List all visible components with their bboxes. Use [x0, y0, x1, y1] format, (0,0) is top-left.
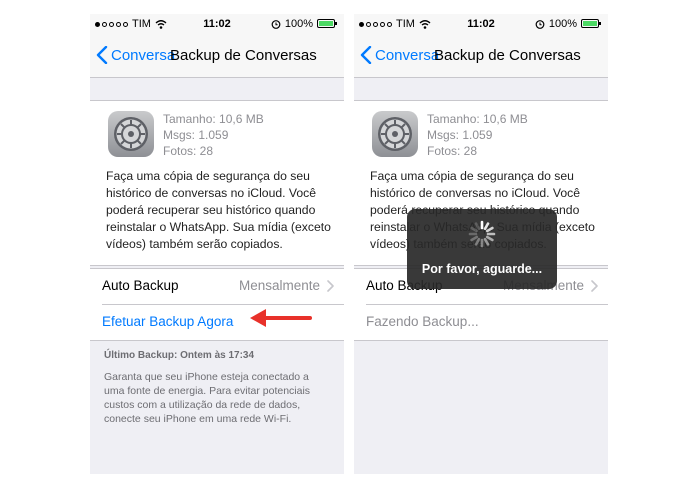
phone-screen-left: TIM 11:02 100% Conversa Backup de Conver… — [90, 14, 344, 474]
navigation-bar: Conversa Backup de Conversas — [354, 34, 608, 78]
backup-description: Faça uma cópia de segurança do seu histó… — [106, 169, 331, 251]
alarm-icon — [271, 19, 281, 29]
chevron-right-icon — [591, 280, 598, 292]
navigation-bar: Conversa Backup de Conversas — [90, 34, 344, 78]
backup-stats: Tamanho: 10,6 MB Msgs: 1.059 Fotos: 28 — [163, 111, 264, 159]
auto-backup-value: Mensalmente — [238, 278, 320, 293]
spinner-icon — [468, 220, 496, 248]
arrow-left-icon — [250, 309, 312, 327]
backup-progress-row: Fazendo Backup... — [366, 305, 608, 340]
back-button[interactable]: Conversa — [360, 46, 439, 64]
backup-photos: Fotos: 28 — [427, 144, 478, 158]
battery-percent: 100% — [548, 18, 577, 30]
settings-app-icon — [108, 111, 154, 157]
battery-icon — [317, 19, 339, 29]
back-label: Conversa — [375, 46, 440, 64]
backup-messages: Msgs: 1.059 — [427, 128, 493, 142]
alarm-icon — [535, 19, 545, 29]
backup-size: Tamanho: 10,6 MB — [163, 112, 264, 126]
phone-screen-right: TIM 11:02 100% Conversa Backup de Conver… — [354, 14, 608, 474]
backup-now-button[interactable]: Efetuar Backup Agora — [102, 314, 233, 329]
chevron-right-icon — [327, 280, 334, 292]
gear-icon — [111, 114, 151, 154]
auto-backup-row[interactable]: Auto Backup Mensalmente — [102, 269, 344, 305]
battery-percent: 100% — [284, 18, 313, 30]
backup-settings-section: Auto Backup Mensalmente Efetuar Backup A… — [90, 268, 344, 341]
backup-stats: Tamanho: 10,6 MB Msgs: 1.059 Fotos: 28 — [427, 111, 528, 159]
backup-messages: Msgs: 1.059 — [163, 128, 229, 142]
back-label: Conversa — [111, 46, 176, 64]
page-title: Backup de Conversas — [170, 47, 317, 64]
backup-size: Tamanho: 10,6 MB — [427, 112, 528, 126]
backup-info-section: Tamanho: 10,6 MB Msgs: 1.059 Fotos: 28 F… — [90, 100, 344, 266]
backup-photos: Fotos: 28 — [163, 144, 214, 158]
loading-hud: Por favor, aguarde... — [407, 209, 557, 289]
status-bar: TIM 11:02 100% — [354, 14, 608, 34]
last-backup-label: Último Backup: Ontem às 17:34 — [104, 350, 255, 361]
hud-message: Por favor, aguarde... — [421, 262, 543, 276]
status-bar: TIM 11:02 100% — [90, 14, 344, 34]
page-title: Backup de Conversas — [434, 47, 581, 64]
chevron-left-icon — [360, 46, 372, 64]
back-button[interactable]: Conversa — [96, 46, 175, 64]
backup-footer-text: Garanta que seu iPhone esteja conectado … — [104, 371, 311, 425]
auto-backup-label: Auto Backup — [102, 278, 179, 293]
gear-icon — [375, 114, 415, 154]
chevron-left-icon — [96, 46, 108, 64]
battery-icon — [581, 19, 603, 29]
settings-app-icon — [372, 111, 418, 157]
backup-progress-label: Fazendo Backup... — [366, 314, 479, 329]
